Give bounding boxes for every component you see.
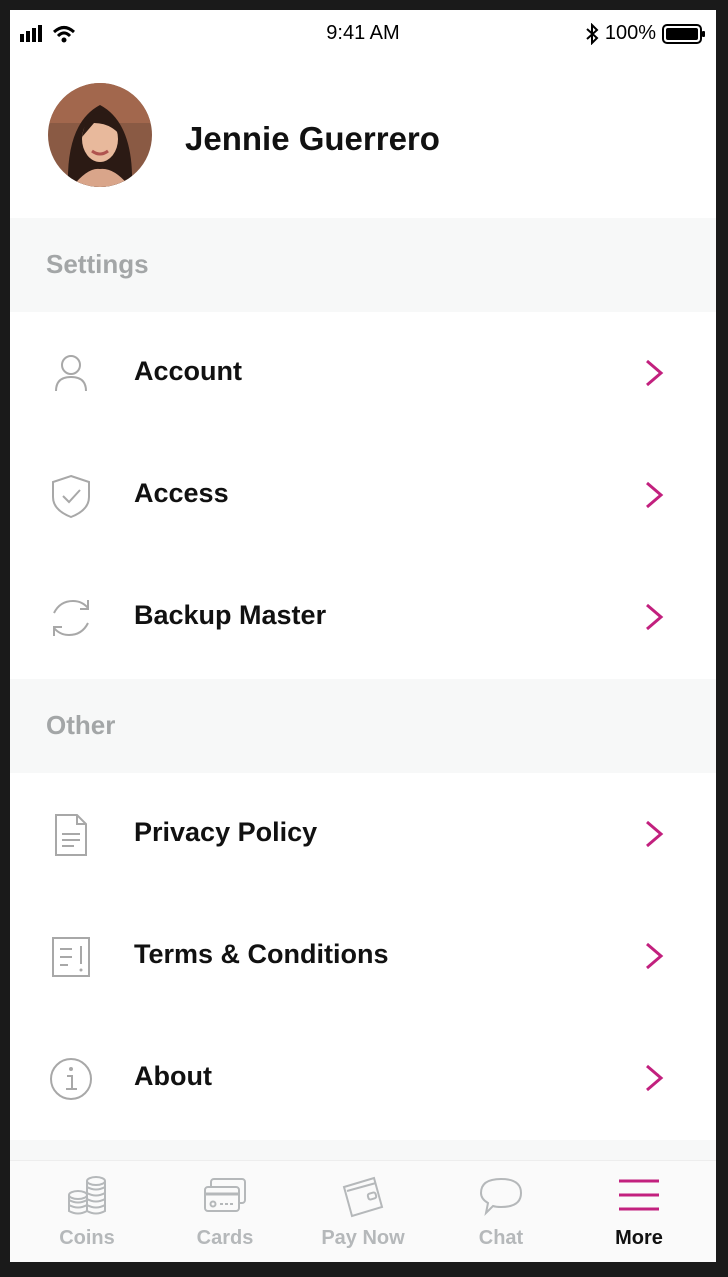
user-icon [55,355,87,392]
tab-more[interactable]: More [570,1161,708,1262]
menu-item-label: Terms & Conditions [134,939,389,969]
section-header-other: Other [10,679,716,773]
coins-icon [68,1176,106,1215]
tab-label: Coins [59,1227,115,1249]
battery-percent: 100% [604,22,656,44]
cards-icon [204,1178,246,1212]
menu-item-account[interactable]: Account [10,312,716,434]
profile-header[interactable]: Jennie Guerrero [10,56,716,228]
bluetooth-icon [586,22,599,45]
profile-name: Jennie Guerrero [185,120,440,157]
menu-item-access[interactable]: Access [10,434,716,556]
chevron-right-icon [646,603,664,631]
tab-cards[interactable]: Cards [156,1161,294,1262]
menu-item-about[interactable]: About [10,1017,716,1139]
wallet-icon [342,1176,384,1218]
menu-item-label: About [134,1061,212,1091]
tab-label: Cards [196,1227,254,1249]
section-title: Settings [46,249,149,279]
battery-icon [662,23,705,44]
section-spacer [10,1140,716,1160]
menu-icon [619,1179,659,1211]
bottom-tab-bar: Coins Cards Pay Now Chat More [10,1160,716,1262]
chevron-right-icon [646,820,664,848]
tab-coins[interactable]: Coins [18,1161,156,1262]
tab-chat[interactable]: Chat [432,1161,570,1262]
menu-item-privacy-policy[interactable]: Privacy Policy [10,773,716,895]
avatar[interactable] [48,83,152,187]
chevron-right-icon [646,481,664,509]
chevron-right-icon [646,359,664,387]
menu-item-terms-conditions[interactable]: Terms & Conditions [10,895,716,1017]
menu-item-label: Account [134,356,242,386]
menu-item-label: Access [134,478,229,508]
menu-item-label: Privacy Policy [134,817,318,847]
chevron-right-icon [646,1064,664,1092]
menu-item-backup-master[interactable]: Backup Master [10,556,716,678]
tab-label: More [615,1227,663,1249]
menu-item-label: Backup Master [134,600,327,630]
tab-label: Pay Now [321,1227,405,1249]
tab-pay-now[interactable]: Pay Now [294,1161,432,1262]
status-bar: 9:41 AM 100% [10,10,716,56]
shield-check-icon [52,474,90,519]
section-header-settings: Settings [10,218,716,312]
chevron-right-icon [646,942,664,970]
document-icon [55,814,87,856]
tab-label: Chat [478,1227,524,1249]
terms-icon [52,937,90,977]
section-title: Other [46,710,116,740]
chat-icon [479,1177,523,1217]
info-icon [50,1058,92,1100]
sync-icon [53,599,89,637]
phone-screen: 9:41 AM 100% Jennie Guerrero Settings Ac… [10,10,716,1262]
